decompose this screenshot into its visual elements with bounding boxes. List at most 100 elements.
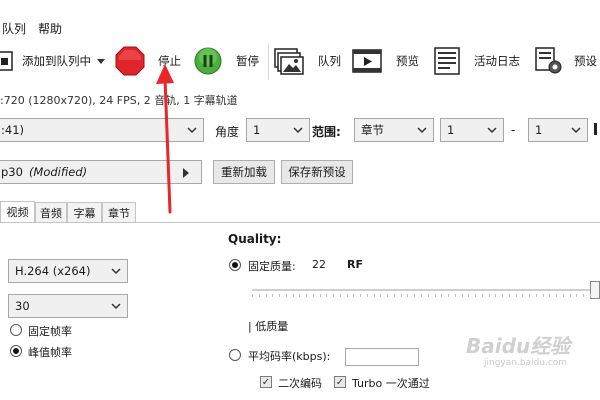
slider-tick — [488, 294, 490, 297]
add-queue-dropdown-arrow-icon[interactable] — [96, 56, 106, 69]
slider-tick — [495, 294, 497, 297]
turbo-label: Turbo 一次通过 — [352, 377, 430, 390]
range-to-value: 1 — [535, 123, 543, 137]
slider-tick — [535, 294, 537, 297]
slider-tick — [414, 294, 416, 297]
quality-value: 22 — [312, 258, 326, 271]
title-select-value: :41) — [1, 123, 24, 137]
slider-tick — [299, 294, 301, 297]
slider-tick — [360, 294, 362, 297]
peak-fps-radio[interactable] — [10, 345, 22, 357]
range-to-select[interactable]: 1 — [528, 118, 588, 142]
slider-tick — [556, 294, 558, 297]
slider-tick — [434, 294, 436, 297]
quality-slider-track[interactable] — [252, 289, 596, 291]
add-to-queue-button[interactable]: 添加到队列中 — [22, 53, 91, 69]
range-from-value: 1 — [447, 123, 455, 137]
presets-button[interactable]: 预设 — [574, 53, 597, 69]
avg-bitrate-input[interactable] — [345, 348, 419, 366]
slider-tick — [549, 294, 551, 297]
range-type-select[interactable]: 章节 — [354, 118, 434, 142]
menu-queue[interactable]: 队列 — [2, 20, 26, 37]
const-fps-label: 固定帧率 — [28, 325, 72, 338]
const-fps-radio[interactable] — [10, 324, 22, 336]
avg-bitrate-label: 平均码率(kbps): — [248, 350, 331, 363]
tab-subtitles[interactable]: 字幕 — [67, 202, 102, 222]
pause-icon[interactable] — [194, 47, 222, 75]
range-from-select[interactable]: 1 — [440, 118, 504, 142]
slider-tick — [380, 294, 382, 297]
range-dash: - — [511, 123, 516, 137]
slider-tick — [515, 294, 517, 297]
slider-tick — [448, 294, 450, 297]
queue-button[interactable]: 队列 — [318, 53, 341, 69]
angle-select[interactable]: 1 — [246, 118, 310, 142]
preview-button[interactable]: 预览 — [396, 53, 419, 69]
chevron-down-icon — [571, 124, 581, 134]
framerate-select[interactable]: 30 — [8, 294, 128, 318]
tab-strip-border — [0, 222, 600, 223]
slider-tick — [387, 294, 389, 297]
tab-chapters[interactable]: 章节 — [102, 202, 136, 222]
slider-tick — [508, 294, 510, 297]
quality-slider-thumb[interactable] — [590, 281, 600, 299]
menu-help[interactable]: 帮助 — [38, 20, 62, 37]
slider-tick — [258, 294, 260, 297]
slider-tick — [366, 294, 368, 297]
add-queue-icon[interactable] — [0, 46, 18, 76]
video-codec-value: H.264 (x264) — [15, 264, 91, 278]
presets-icon[interactable] — [534, 46, 564, 76]
slider-tick — [468, 294, 470, 297]
slider-tick — [346, 294, 348, 297]
preview-icon[interactable] — [352, 46, 382, 76]
chevron-down-icon — [487, 124, 497, 134]
framerate-value: 30 — [15, 299, 30, 313]
chevron-down-icon — [111, 265, 121, 275]
slider-tick — [407, 294, 409, 297]
slider-tick — [319, 294, 321, 297]
slider-tick — [393, 294, 395, 297]
menu-bar — [0, 0, 600, 40]
stop-icon[interactable] — [115, 46, 145, 76]
low-quality-label: | 低质量 — [248, 320, 289, 333]
watermark-text: Baidu经验 — [466, 334, 571, 358]
peak-fps-label: 峰值帧率 — [28, 346, 72, 359]
slider-tick — [339, 294, 341, 297]
activity-log-icon[interactable] — [432, 46, 462, 76]
slider-tick — [265, 294, 267, 297]
two-pass-checkbox[interactable]: ✓ — [260, 376, 272, 388]
const-quality-radio[interactable] — [229, 259, 241, 271]
pause-button[interactable]: 暂停 — [236, 53, 259, 69]
slider-tick — [373, 294, 375, 297]
slider-tick — [502, 294, 504, 297]
video-codec-select[interactable]: H.264 (x264) — [8, 259, 128, 283]
activity-log-button[interactable]: 活动日志 — [474, 53, 520, 69]
duration-label-fragment — [594, 121, 600, 137]
reload-preset-button[interactable]: 重新加载 — [213, 160, 275, 184]
toolbar-separator — [268, 44, 269, 80]
slider-tick — [326, 294, 328, 297]
slider-tick — [441, 294, 443, 297]
angle-label: 角度 — [215, 125, 240, 139]
turbo-checkbox[interactable]: ✓ — [334, 376, 346, 388]
avg-bitrate-radio[interactable] — [229, 349, 241, 361]
chevron-down-icon — [293, 124, 303, 134]
slider-tick — [569, 294, 571, 297]
source-info: :720 (1280x720), 24 FPS, 2 音轨, 1 字幕轨道 — [0, 94, 238, 107]
quality-unit: RF — [347, 258, 363, 271]
angle-select-value: 1 — [253, 123, 261, 137]
annotation-arrow — [156, 64, 174, 214]
save-new-preset-button[interactable]: 保存新预设 — [281, 160, 353, 184]
tab-video[interactable]: 视频 — [0, 201, 35, 222]
slider-tick — [562, 294, 564, 297]
slider-tick — [427, 294, 429, 297]
slider-tick — [421, 294, 422, 297]
slider-tick — [529, 294, 531, 297]
slider-tick — [312, 294, 314, 297]
queue-icon[interactable] — [274, 46, 304, 76]
tab-audio[interactable]: 音频 — [35, 202, 67, 222]
const-quality-label: 固定质量: — [248, 260, 296, 273]
slider-tick — [279, 294, 281, 297]
slider-tick — [583, 294, 585, 297]
slider-tick — [333, 294, 335, 297]
